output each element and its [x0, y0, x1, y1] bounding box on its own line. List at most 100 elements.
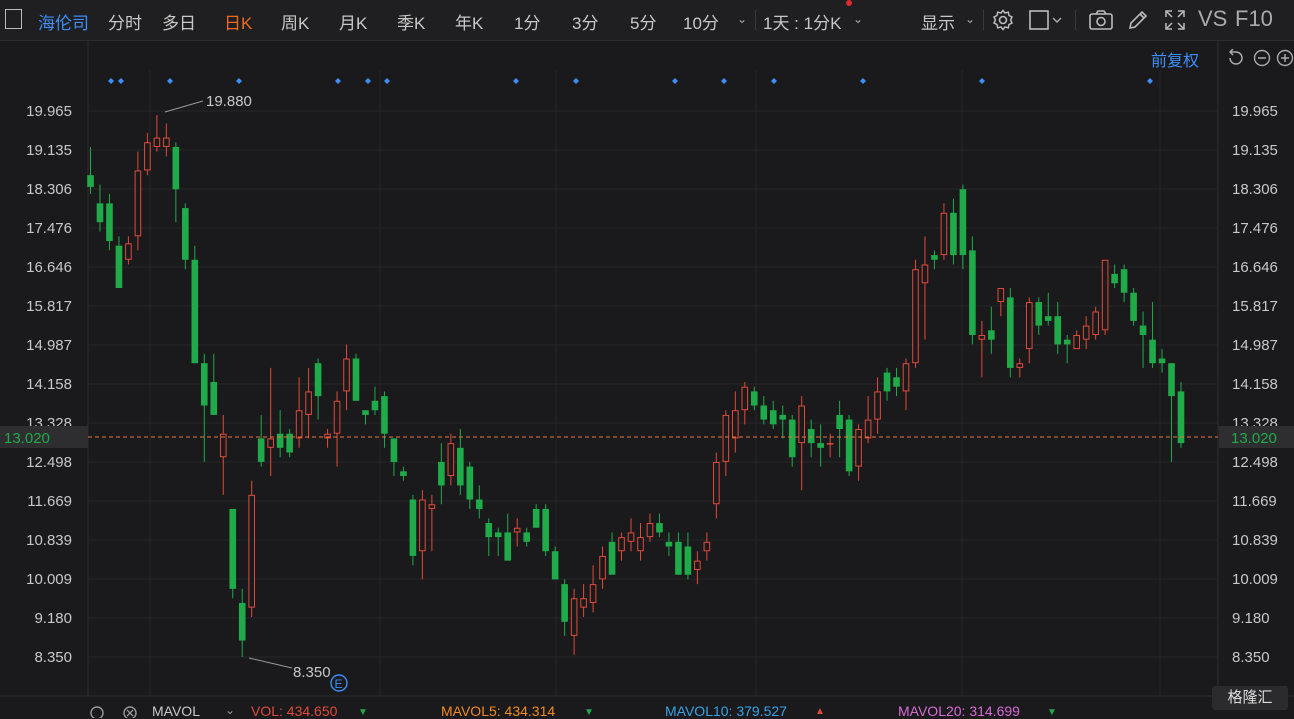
candle-37 — [438, 443, 445, 505]
event-marker-1[interactable] — [118, 78, 124, 84]
candle-body — [182, 208, 189, 260]
candle-body — [200, 363, 208, 406]
event-marker-4[interactable] — [335, 78, 341, 84]
candle-body — [750, 391, 758, 406]
candles — [87, 114, 1185, 657]
fullscreen-icon[interactable] — [1163, 8, 1187, 32]
gear-icon[interactable] — [88, 704, 106, 718]
event-marker-14[interactable] — [1147, 78, 1153, 84]
candlestick-chart[interactable]: 19.965 19.135 18.306 17.476 16.646 15.817 14.9… — [0, 41, 1294, 701]
candle-body — [570, 598, 578, 636]
color-square-icon[interactable] — [1028, 8, 1064, 32]
divider — [755, 10, 756, 30]
candle-95 — [988, 306, 995, 354]
candle-74 — [788, 414, 796, 467]
tab-period-7[interactable]: 年K — [455, 9, 483, 34]
event-marker-11[interactable] — [771, 78, 777, 84]
chevron-down-icon[interactable]: ⌄ — [853, 12, 863, 26]
tab-period-10[interactable]: 5分 — [630, 9, 656, 34]
price-tick-left-4: 16.646 — [26, 259, 72, 276]
event-marker-9[interactable] — [672, 78, 678, 84]
candle-57 — [627, 518, 635, 552]
candle-111 — [1139, 311, 1147, 368]
candle-59 — [646, 513, 654, 542]
up-arrow-icon: ▲ — [815, 706, 825, 717]
candle-body — [419, 499, 426, 552]
candle-body — [532, 508, 540, 528]
event-markers — [108, 78, 1153, 84]
indicator-bar: MAVOL ⌄ VOL: 434.650 ▼ MAVOL5: 434.314 ▼… — [0, 702, 1294, 719]
candle-106 — [1092, 306, 1099, 340]
watermark-logo: 格隆汇 — [1212, 686, 1288, 710]
chevron-down-icon[interactable]: ⌄ — [737, 12, 747, 26]
price-tick-left-10: 11.669 — [27, 493, 72, 510]
candle-61 — [665, 532, 673, 556]
candle-86 — [902, 358, 910, 411]
display-menu[interactable]: 显示 — [921, 9, 955, 34]
tab-period-5[interactable]: 月K — [339, 9, 367, 34]
candle-body — [722, 414, 730, 462]
candle-body — [874, 391, 881, 420]
candle-11 — [191, 245, 199, 364]
pencil-icon[interactable] — [1126, 8, 1150, 32]
event-marker-3[interactable] — [236, 78, 242, 84]
stock-name[interactable]: 海伦司 — [38, 9, 89, 34]
candle-body — [210, 382, 218, 415]
event-marker-10[interactable] — [721, 78, 727, 84]
layout-toggle-icon[interactable] — [5, 9, 22, 29]
tab-period-9[interactable]: 3分 — [572, 9, 598, 34]
candle-body — [475, 499, 483, 509]
close-icon[interactable] — [121, 704, 139, 718]
candle-body — [1101, 259, 1109, 331]
candle-29 — [362, 410, 369, 425]
candle-body — [940, 212, 948, 256]
candle-110 — [1130, 287, 1137, 326]
candle-115 — [1177, 382, 1185, 448]
candle-5 — [134, 151, 142, 251]
tab-period-2[interactable]: 多日 — [162, 9, 196, 34]
candle-body — [855, 429, 862, 467]
chevron-down-icon[interactable]: ⌄ — [965, 12, 975, 26]
event-marker-13[interactable] — [979, 78, 985, 84]
divider — [1075, 10, 1076, 30]
candle-body — [314, 363, 322, 397]
tab-period-11[interactable]: 10分 — [683, 9, 719, 34]
candle-body — [504, 532, 512, 561]
tab-period-1[interactable]: 分时 — [108, 9, 142, 34]
candle-82 — [864, 396, 872, 444]
watermark-text: 格隆汇 — [1227, 689, 1273, 706]
tab-period-8[interactable]: 1分 — [514, 9, 540, 34]
candle-35 — [419, 490, 426, 580]
event-marker-2[interactable] — [167, 78, 173, 84]
candle-85 — [893, 367, 900, 397]
vs-compare-button[interactable]: VS — [1198, 6, 1227, 32]
down-arrow-icon: ▼ — [358, 707, 368, 718]
price-tick-right-7: 14.158 — [1232, 376, 1278, 393]
intraday-select[interactable]: 1天 : 1分K — [763, 9, 841, 34]
candle-107 — [1101, 259, 1109, 335]
chevron-down-icon[interactable]: ⌄ — [225, 703, 235, 717]
price-tick-right-9: 12.498 — [1232, 454, 1278, 471]
camera-icon[interactable] — [1088, 8, 1114, 32]
candle-75 — [798, 396, 805, 491]
candle-body — [713, 461, 720, 505]
candle-body — [864, 419, 872, 439]
tab-period-4[interactable]: 周K — [281, 9, 309, 34]
candle-body — [438, 461, 445, 486]
candle-17 — [248, 480, 256, 618]
event-marker-5[interactable] — [365, 78, 371, 84]
gear-icon[interactable] — [991, 8, 1015, 32]
event-marker-7[interactable] — [513, 78, 519, 84]
candle-body — [1063, 339, 1071, 345]
event-marker-8[interactable] — [573, 78, 579, 84]
tab-period-6[interactable]: 季K — [397, 9, 425, 34]
f10-button[interactable]: F10 — [1235, 6, 1273, 32]
candle-body — [295, 410, 303, 439]
event-marker-6[interactable] — [384, 78, 390, 84]
candle-body — [684, 546, 692, 575]
event-marker-0[interactable] — [108, 78, 114, 84]
candle-body — [836, 414, 843, 430]
event-marker-12[interactable] — [860, 78, 866, 84]
current-price-line: 13.020 13.020 — [0, 426, 1294, 448]
tab-period-3[interactable]: 日K — [224, 9, 252, 34]
